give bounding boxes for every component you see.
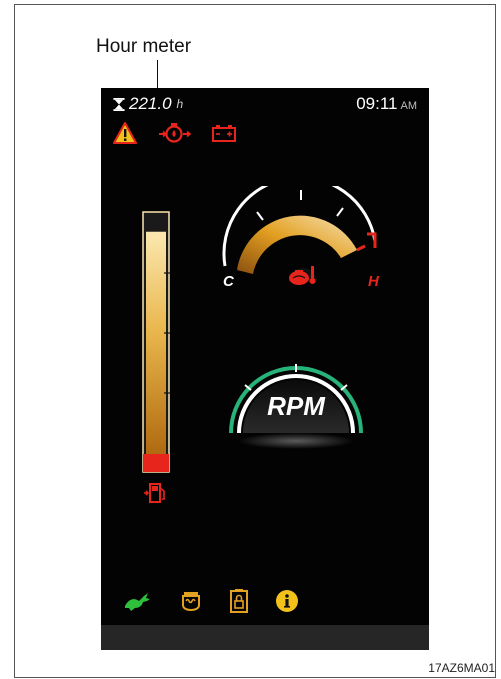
hour-meter-value: 221.0 bbox=[129, 94, 172, 113]
rpm-label: RPM bbox=[267, 391, 326, 421]
clock-ampm: AM bbox=[400, 100, 418, 112]
battery-charge-icon bbox=[212, 125, 236, 142]
clock-time: 09:11 bbox=[356, 94, 398, 113]
callout-leader-line bbox=[157, 60, 158, 90]
glow-plug-icon bbox=[182, 592, 200, 612]
door-lock-icon bbox=[230, 589, 248, 613]
info-icon bbox=[276, 590, 298, 612]
fuel-level-bar bbox=[142, 211, 170, 473]
rpm-gauge: RPM bbox=[229, 364, 363, 449]
clock: 09:11 AM bbox=[356, 94, 417, 114]
hour-meter-callout: Hour meter bbox=[96, 36, 192, 57]
status-icon-row bbox=[123, 588, 299, 614]
hourglass-icon bbox=[113, 97, 125, 111]
eco-mode-rabbit-icon bbox=[125, 593, 150, 611]
fuel-level-fill bbox=[146, 231, 166, 454]
engine-oil-pressure-icon bbox=[159, 123, 191, 143]
temp-cold-label: C bbox=[223, 273, 235, 290]
instrument-display: 221.0 h 09:11 AM C H RPM bbox=[101, 88, 429, 650]
temp-hot-label: H bbox=[368, 273, 380, 290]
hour-meter-unit: h bbox=[176, 97, 184, 111]
hour-meter: 221.0 h bbox=[113, 94, 183, 114]
bottom-status-bar bbox=[101, 625, 429, 650]
coolant-temperature-gauge: C H bbox=[222, 186, 380, 290]
warning-triangle-icon bbox=[113, 122, 137, 144]
figure-code: 17AZ6MA01 bbox=[428, 661, 495, 675]
fuel-pump-icon bbox=[144, 483, 165, 503]
warning-icon-row bbox=[113, 122, 237, 144]
